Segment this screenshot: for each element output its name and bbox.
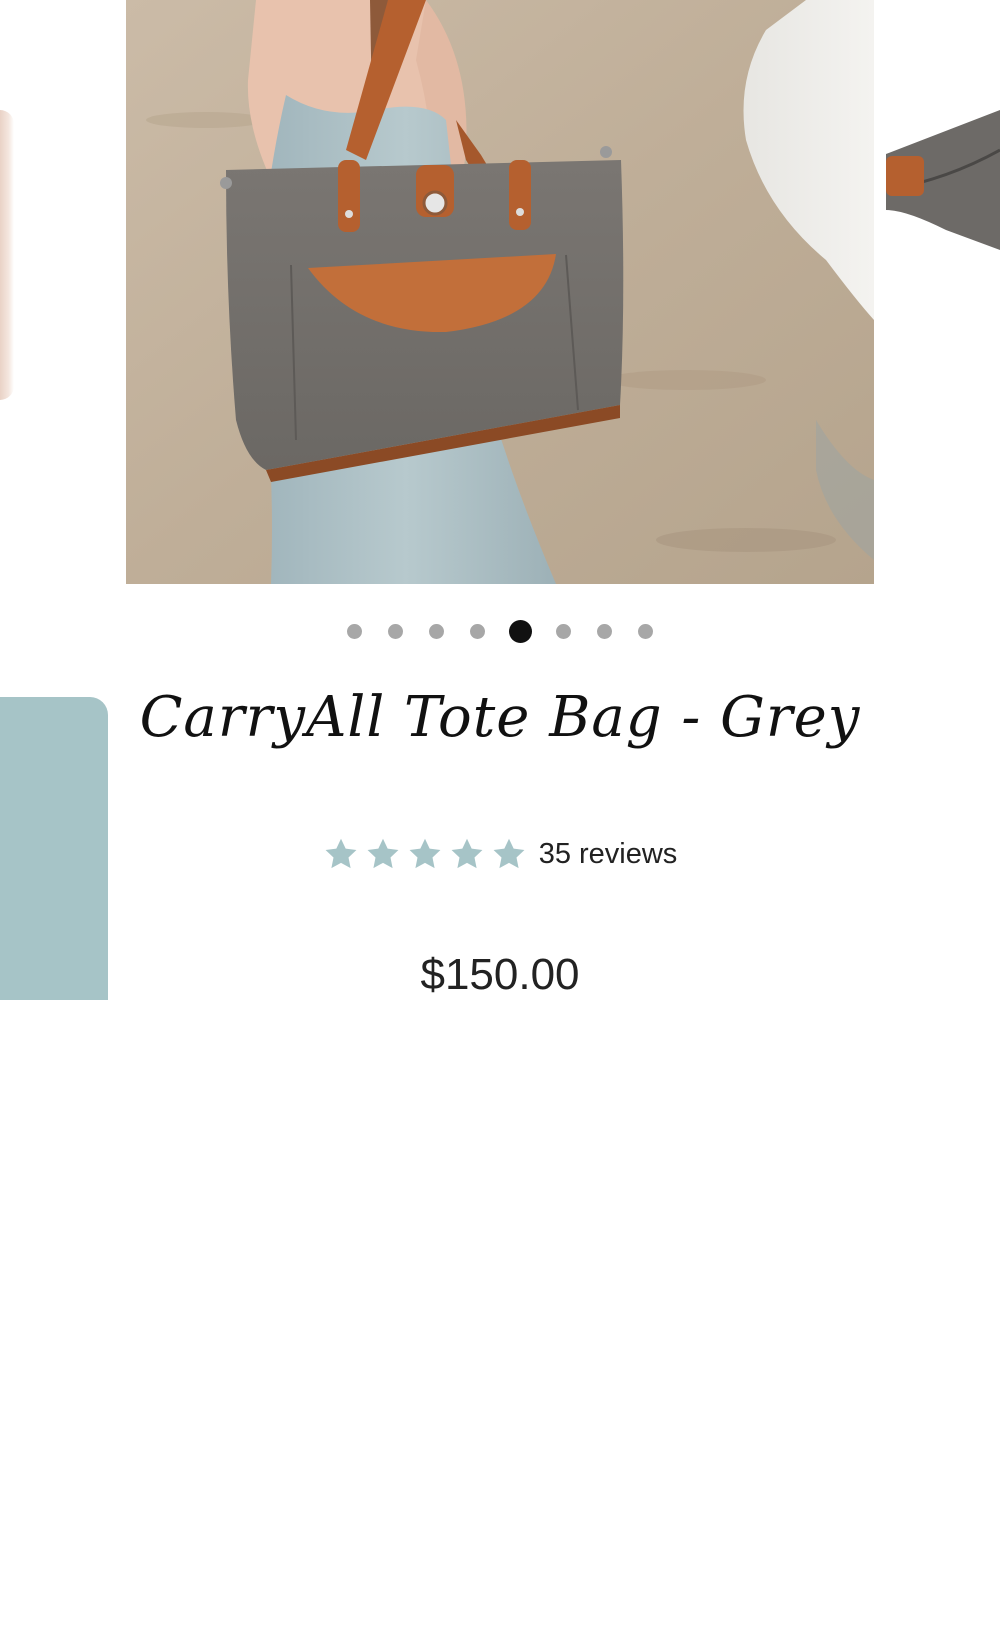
product-title: CarryAll Tote Bag - Grey: [139, 685, 861, 750]
star-icon: [365, 836, 401, 872]
product-rating[interactable]: 35 reviews: [0, 836, 1000, 872]
save-tab-label: Save 10%: [37, 1486, 70, 1627]
carousel-dot[interactable]: [470, 623, 485, 639]
reviews-link[interactable]: 35 reviews: [539, 838, 678, 871]
carousel-dot[interactable]: [556, 623, 571, 639]
product-price: $150.00: [420, 950, 580, 999]
star-icon: [407, 836, 443, 872]
carousel-dot[interactable]: [597, 623, 612, 639]
carousel-pagination: [0, 618, 1000, 644]
product-image-carousel[interactable]: [0, 0, 1000, 590]
carousel-dot[interactable]: [638, 623, 653, 639]
carousel-dot[interactable]: [347, 623, 362, 639]
carousel-dot-active[interactable]: [509, 619, 532, 643]
previous-slide-peek[interactable]: [0, 110, 14, 400]
next-slide-peek[interactable]: [886, 110, 1000, 260]
product-photo: [126, 0, 874, 584]
carousel-dot[interactable]: [429, 623, 444, 639]
star-icon: [323, 836, 359, 872]
star-rating: [323, 836, 527, 872]
star-icon: [449, 836, 485, 872]
carousel-dot[interactable]: [388, 623, 403, 639]
star-icon: [491, 836, 527, 872]
